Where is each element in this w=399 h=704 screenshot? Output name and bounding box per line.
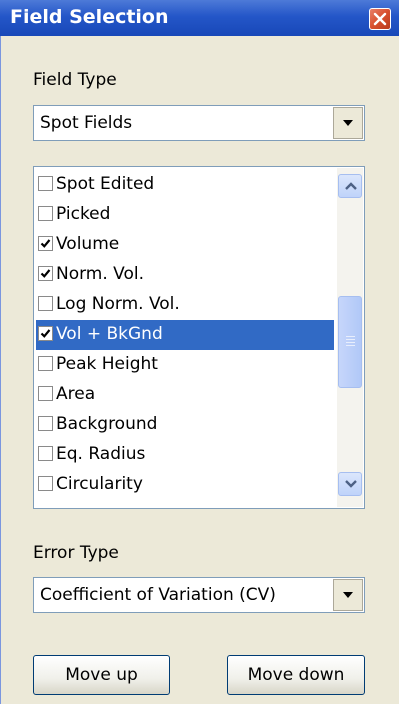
field-type-value: Spot Fields — [40, 113, 133, 133]
field-list-item[interactable]: Circularity — [36, 470, 334, 500]
field-list-item[interactable]: Peak Height — [36, 350, 334, 380]
field-list-item[interactable]: Background — [36, 410, 334, 440]
field-label: Spot Edited — [56, 174, 155, 194]
field-checkbox[interactable] — [38, 356, 53, 371]
scroll-thumb[interactable] — [338, 296, 362, 388]
field-label: Log Norm. Vol. — [56, 294, 180, 314]
field-checkbox[interactable] — [38, 416, 53, 431]
error-type-value: Coefficient of Variation (CV) — [40, 585, 276, 605]
field-label: Peak Height — [56, 354, 158, 374]
field-list-item[interactable]: Picked — [36, 200, 334, 230]
field-label: Eq. Radius — [56, 444, 146, 464]
field-type-label: Field Type — [33, 70, 117, 90]
field-label: Picked — [56, 204, 111, 224]
chevron-up-icon — [345, 182, 357, 190]
error-type-dropdown-button[interactable] — [333, 579, 363, 611]
window-title: Field Selection — [10, 6, 169, 28]
field-list-item[interactable]: Volume — [36, 230, 334, 260]
field-checkbox[interactable] — [38, 446, 53, 461]
checkmark-icon — [40, 239, 51, 248]
move-up-button[interactable]: Move up — [33, 655, 170, 695]
chevron-down-icon — [343, 120, 353, 126]
field-checkbox[interactable] — [38, 236, 53, 251]
field-list-item[interactable]: Vol + BkGnd — [36, 320, 334, 350]
move-down-button[interactable]: Move down — [227, 655, 365, 695]
list-scrollbar[interactable] — [337, 168, 363, 507]
field-list-item[interactable]: Log Norm. Vol. — [36, 290, 334, 320]
scroll-up-button[interactable] — [338, 174, 362, 198]
close-icon — [373, 12, 387, 26]
error-type-label: Error Type — [33, 543, 119, 563]
field-label: Area — [56, 384, 96, 404]
field-label: Vol + BkGnd — [56, 324, 163, 344]
field-checkbox[interactable] — [38, 176, 53, 191]
chevron-down-icon — [345, 480, 357, 488]
field-checkbox[interactable] — [38, 326, 53, 341]
field-checkbox[interactable] — [38, 386, 53, 401]
error-type-select[interactable]: Coefficient of Variation (CV) — [33, 577, 365, 613]
title-bar: Field Selection — [0, 0, 399, 36]
field-list-item[interactable]: Spot Edited — [36, 170, 334, 200]
field-label: Circularity — [56, 474, 143, 494]
field-checkbox[interactable] — [38, 296, 53, 311]
field-type-select[interactable]: Spot Fields — [33, 105, 365, 141]
scroll-down-button[interactable] — [338, 472, 362, 496]
field-list-item[interactable]: Norm. Vol. — [36, 260, 334, 290]
field-list-item[interactable]: Eq. Radius — [36, 440, 334, 470]
field-checkbox[interactable] — [38, 266, 53, 281]
field-type-dropdown-button[interactable] — [333, 107, 363, 139]
field-label: Norm. Vol. — [56, 264, 145, 284]
checkmark-icon — [40, 269, 51, 278]
close-button[interactable] — [369, 8, 391, 30]
field-checkbox[interactable] — [38, 476, 53, 491]
field-list[interactable]: Spot Edited Picked Volume Norm. Vol. Log Nor… — [33, 166, 365, 509]
field-list-item[interactable]: Area — [36, 380, 334, 410]
checkmark-icon — [40, 329, 51, 338]
field-label: Volume — [56, 234, 120, 254]
chevron-down-icon — [343, 592, 353, 598]
field-label: Background — [56, 414, 158, 434]
field-checkbox[interactable] — [38, 206, 53, 221]
